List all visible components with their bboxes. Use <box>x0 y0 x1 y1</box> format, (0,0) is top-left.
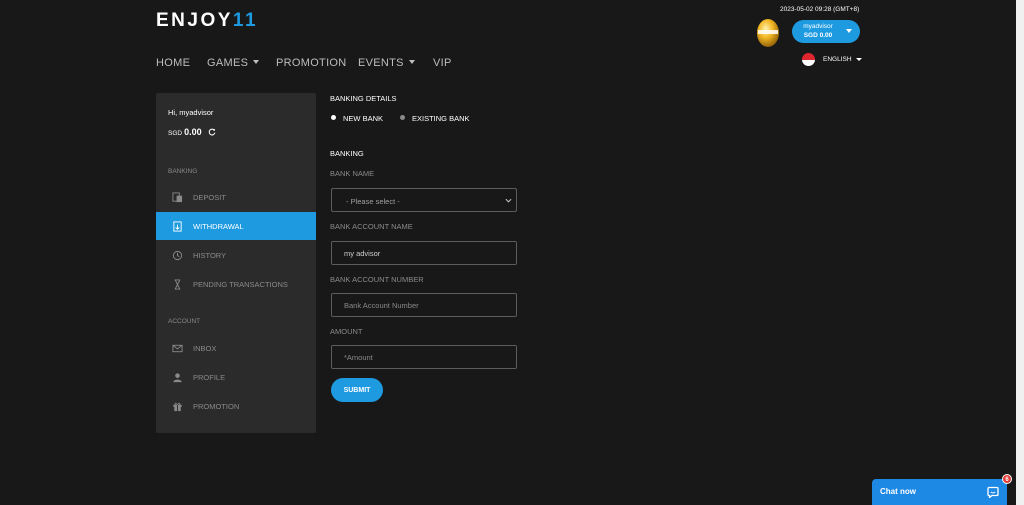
chevron-down-icon <box>408 60 415 64</box>
window-edge <box>1016 0 1024 505</box>
sidebar-item-profile[interactable]: PROFILE <box>156 363 316 391</box>
section-banking: BANKING <box>168 168 198 175</box>
nav-events[interactable]: EVENTS <box>358 57 415 69</box>
radio-selected-icon <box>331 115 336 120</box>
nav-vip[interactable]: VIP <box>433 57 452 69</box>
nav-promotion[interactable]: PROMOTION <box>276 57 347 69</box>
account-name-field[interactable] <box>331 241 517 265</box>
chevron-down-icon <box>505 198 512 203</box>
chevron-down-icon <box>856 58 862 61</box>
chat-notification-badge: 6 <box>1002 474 1012 484</box>
sidebar-balance: SGD 0.00 <box>168 127 202 137</box>
header-username: myadvisor <box>803 23 833 30</box>
chat-label: Chat now <box>880 487 916 496</box>
deposit-icon <box>172 192 183 203</box>
section-account: ACCOUNT <box>168 318 201 325</box>
chevron-down-icon <box>846 29 852 33</box>
account-number-label: BANK ACCOUNT NUMBER <box>330 275 424 284</box>
mail-icon <box>172 344 183 353</box>
hourglass-icon <box>174 279 181 290</box>
banking-details-title: BANKING DETAILS <box>330 94 397 103</box>
chevron-down-icon <box>253 60 260 64</box>
withdrawal-icon <box>173 221 182 232</box>
banking-section-title: BANKING <box>330 149 364 158</box>
account-number-input[interactable] <box>332 294 516 316</box>
history-icon <box>172 250 183 261</box>
sidebar-item-history[interactable]: HISTORY <box>156 241 316 269</box>
gift-icon <box>173 402 182 412</box>
amount-input[interactable] <box>332 346 516 368</box>
bank-name-select[interactable]: - Please select - <box>331 188 517 212</box>
chat-widget-button[interactable]: Chat now <box>872 479 1007 505</box>
account-name-label: BANK ACCOUNT NAME <box>330 222 413 231</box>
greeting: Hi, myadvisor <box>168 108 214 117</box>
sidebar-item-inbox[interactable]: INBOX <box>156 334 316 362</box>
bank-name-label: BANK NAME <box>330 169 375 178</box>
refresh-icon[interactable] <box>208 128 216 136</box>
chat-bubble-icon <box>987 486 999 498</box>
account-name-input[interactable] <box>332 242 516 264</box>
sidebar-item-pending-transactions[interactable]: PENDING TRANSACTIONS <box>156 270 316 298</box>
site-logo[interactable]: ENJOY11 <box>156 10 258 32</box>
account-number-field[interactable] <box>331 293 517 317</box>
sidebar-item-promotion[interactable]: PROMOTION <box>156 392 316 420</box>
server-datetime: 2023-05-02 09:28 (GMT+8) <box>780 6 860 13</box>
submit-button[interactable]: SUBMIT <box>331 378 383 402</box>
amount-field[interactable] <box>331 345 517 369</box>
user-icon <box>173 373 182 383</box>
golden-egg-icon[interactable] <box>755 16 781 48</box>
sidebar-item-deposit[interactable]: DEPOSIT <box>156 183 316 211</box>
radio-unselected-icon <box>400 115 405 120</box>
header-balance: SGD 0.00 <box>803 32 833 39</box>
bank-name-selected-value: - Please select - <box>346 197 400 206</box>
language-label: ENGLISH <box>823 56 852 63</box>
amount-label: AMOUNT <box>330 327 363 336</box>
nav-games[interactable]: GAMES <box>207 57 260 69</box>
nav-home[interactable]: HOME <box>156 57 190 69</box>
account-sidebar: Hi, myadvisor SGD 0.00 BANKING DEPOSIT WI… <box>156 93 316 433</box>
sidebar-item-withdrawal[interactable]: WITHDRAWAL <box>156 212 316 240</box>
singapore-flag-icon <box>802 53 815 66</box>
user-account-button[interactable]: myadvisor SGD 0.00 <box>792 20 860 43</box>
